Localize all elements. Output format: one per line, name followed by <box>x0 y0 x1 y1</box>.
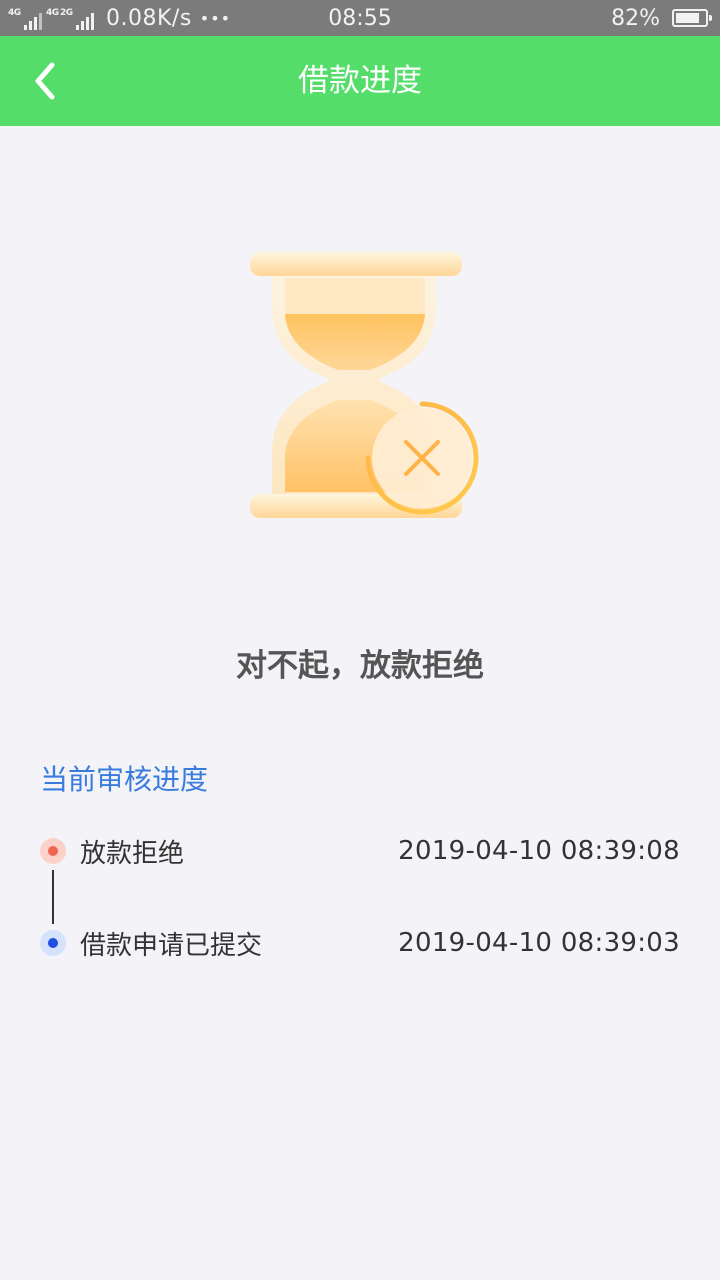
battery-percent: 82% <box>611 5 660 31</box>
step-time: 2019-04-10 08:39:03 <box>398 928 680 958</box>
status-dot-icon <box>40 838 66 864</box>
timeline-step: 放款拒绝 2019-04-10 08:39:08 <box>40 828 680 874</box>
nav-bar: 借款进度 <box>0 36 720 126</box>
step-label: 借款申请已提交 <box>80 930 263 961</box>
status-bar: 4G 4G 2G 0.08K/s ••• 08:55 82% <box>0 0 720 36</box>
page-title: 借款进度 <box>298 63 422 99</box>
section-title: 当前审核进度 <box>40 763 209 796</box>
step-label: 放款拒绝 <box>80 838 185 869</box>
timeline-connector <box>52 870 54 924</box>
hourglass-rejected-icon <box>230 238 490 538</box>
result-message: 对不起，放款拒绝 <box>236 648 484 684</box>
battery-icon <box>672 9 712 27</box>
step-time: 2019-04-10 08:39:08 <box>398 836 680 866</box>
timeline-step: 借款申请已提交 2019-04-10 08:39:03 <box>40 920 680 966</box>
status-right: 82% <box>611 0 712 36</box>
status-dot-icon <box>40 930 66 956</box>
battery-fill <box>676 13 699 23</box>
